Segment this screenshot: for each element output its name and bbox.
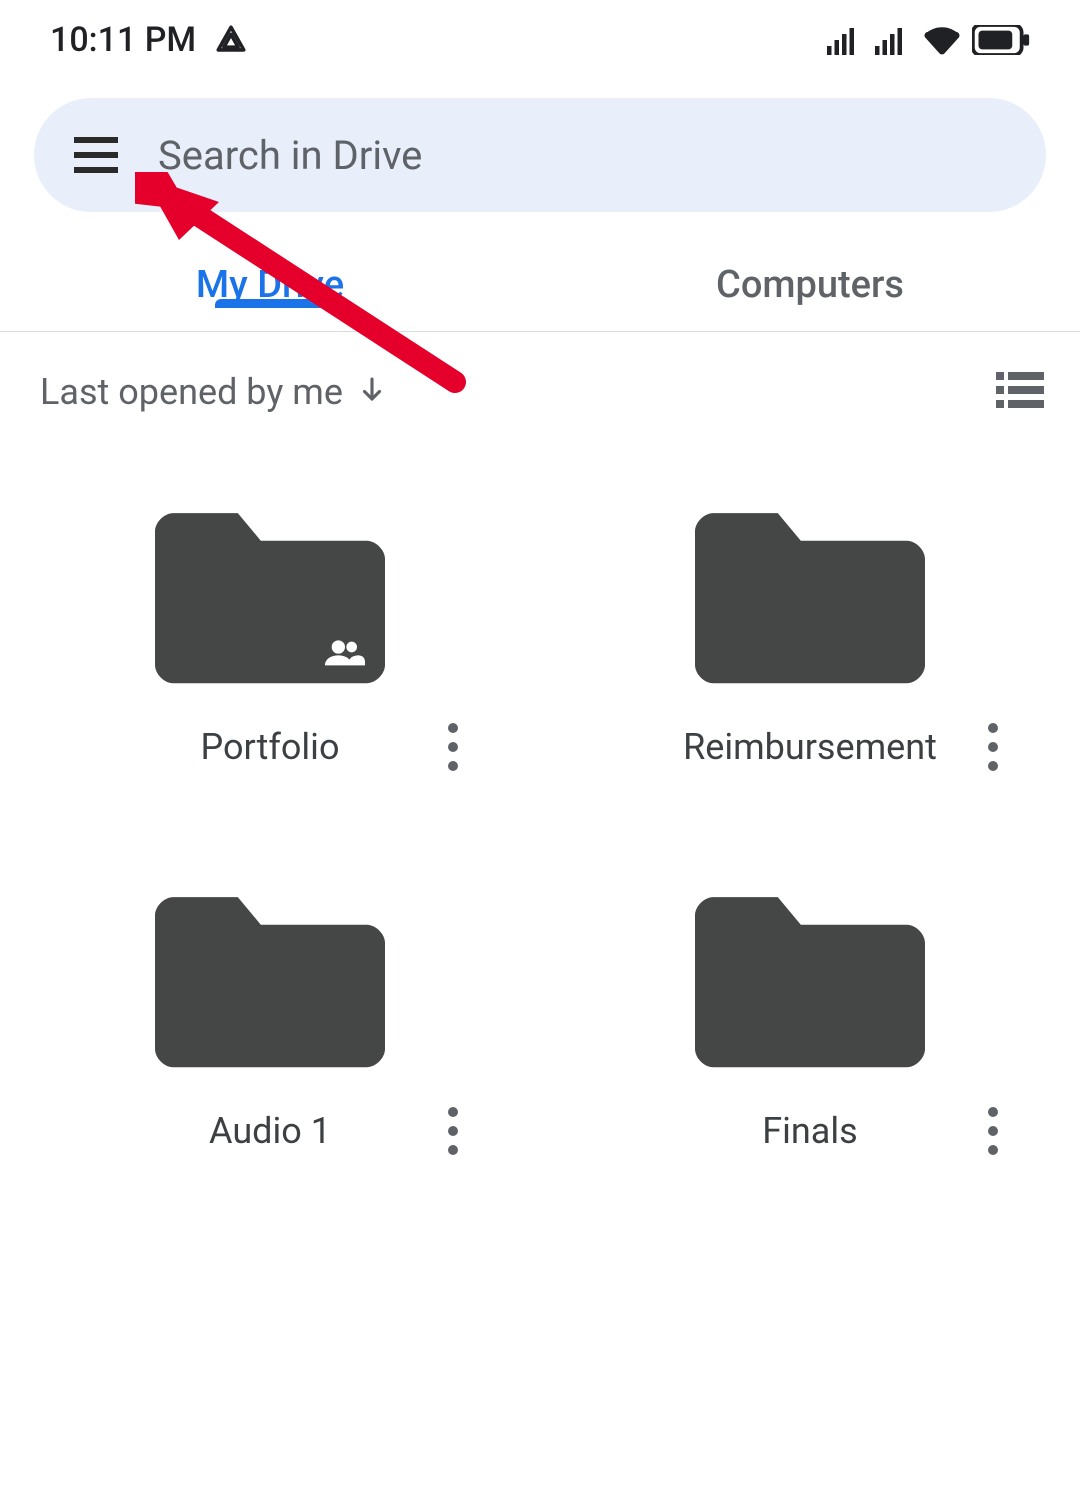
wifi-icon (922, 24, 962, 56)
folder-item[interactable]: Portfolio (0, 494, 540, 768)
folder-name: Reimbursement (683, 726, 937, 768)
folder-icon (155, 494, 385, 684)
folder-item[interactable]: Audio 1 (0, 878, 540, 1152)
search-placeholder: Search in Drive (158, 132, 422, 179)
folder-icon (695, 878, 925, 1068)
folder-icon (695, 494, 925, 684)
drive-app-icon (214, 23, 248, 57)
folder-name: Portfolio (201, 726, 340, 768)
search-bar[interactable]: Search in Drive (34, 98, 1046, 212)
shared-icon (325, 638, 365, 666)
folder-name: Audio 1 (209, 1110, 331, 1152)
sort-label: Last opened by me (40, 371, 343, 413)
folder-item[interactable]: Finals (540, 878, 1080, 1152)
sort-by-button[interactable]: Last opened by me (40, 371, 387, 413)
list-view-toggle[interactable] (996, 370, 1044, 414)
menu-icon[interactable] (74, 131, 118, 179)
item-more-button[interactable] (448, 723, 458, 771)
tab-my-drive[interactable]: My Drive (0, 237, 540, 307)
drive-tabs: My Drive Computers (0, 212, 1080, 332)
item-more-button[interactable] (988, 1107, 998, 1155)
folder-name: Finals (762, 1110, 857, 1152)
signal-icon (826, 25, 864, 55)
tab-computers[interactable]: Computers (540, 237, 1080, 307)
battery-icon (972, 25, 1030, 55)
arrow-down-icon (357, 371, 387, 413)
statusbar-time: 10:11 PM (50, 20, 196, 60)
item-more-button[interactable] (988, 723, 998, 771)
file-grid: Portfolio Reimbursement Audio 1 Finals (0, 434, 1080, 1152)
folder-item[interactable]: Reimbursement (540, 494, 1080, 768)
item-more-button[interactable] (448, 1107, 458, 1155)
status-bar: 10:11 PM (0, 0, 1080, 80)
signal-icon-2 (874, 25, 912, 55)
folder-icon (155, 878, 385, 1068)
